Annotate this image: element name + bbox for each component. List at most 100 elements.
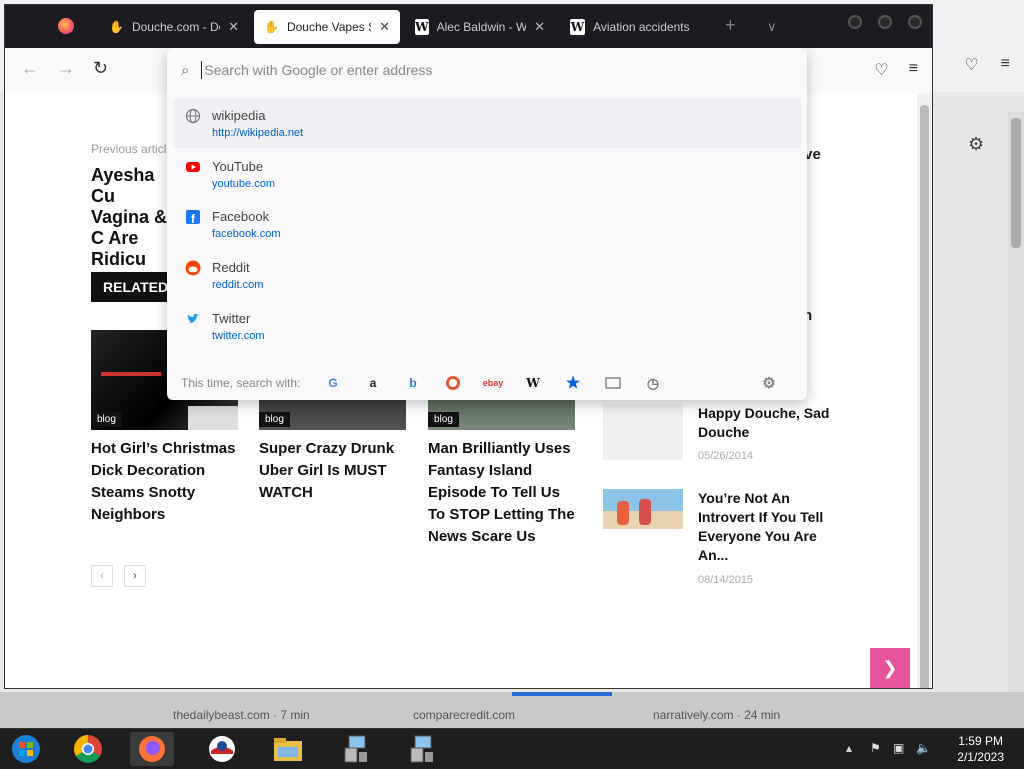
tab-alec-baldwin[interactable]: W Alec Baldwin - Wiki ✕ xyxy=(405,10,555,44)
tab-title: Douche.com - Douche xyxy=(131,20,220,34)
flag-icon[interactable]: ⚑ xyxy=(870,741,881,755)
window-controls xyxy=(848,15,922,29)
pocket-icon[interactable]: ♡ xyxy=(874,60,888,80)
menu-icon[interactable]: ≡ xyxy=(1001,55,1010,75)
page-scroll-thumb[interactable] xyxy=(920,105,929,688)
back-to-top-button[interactable]: ❯ xyxy=(870,648,910,688)
network-app-icon[interactable] xyxy=(334,732,378,766)
duckduckgo-icon[interactable] xyxy=(445,375,461,391)
chrome-taskbar-icon[interactable] xyxy=(66,732,110,766)
side-article[interactable]: You’re Not An Introvert If You Tell Ever… xyxy=(603,489,823,586)
pager-prev-button[interactable]: ‹ xyxy=(91,565,113,587)
google-icon[interactable]: G xyxy=(325,375,341,391)
clock-time: 1:59 PM xyxy=(958,734,1003,748)
tab-aviation-accidents[interactable]: W Aviation accidents xyxy=(560,10,710,44)
history-icon[interactable]: ◷ xyxy=(645,375,661,391)
firefox-taskbar-icon[interactable] xyxy=(130,732,174,766)
search-icon: ⌕ xyxy=(181,61,190,79)
gear-icon[interactable]: ⚙ xyxy=(761,375,777,392)
volume-icon[interactable]: 🔈 xyxy=(916,741,931,755)
related-heading: RELATED xyxy=(91,272,171,302)
wikipedia-icon[interactable]: W xyxy=(525,375,541,391)
file-explorer-icon[interactable] xyxy=(266,732,310,766)
suggestion-item[interactable]: f Facebook facebook.com xyxy=(173,199,801,249)
close-icon[interactable]: ✕ xyxy=(228,19,239,35)
minimize-button[interactable] xyxy=(848,15,862,29)
source-label[interactable]: thedailybeast.com · 7 min xyxy=(173,708,310,722)
twitter-icon xyxy=(185,311,201,327)
tab-title: Alec Baldwin - Wiki xyxy=(436,20,527,34)
side-article-image[interactable] xyxy=(603,404,683,460)
system-clock[interactable]: 1:59 PM 2/1/2023 xyxy=(957,733,1004,765)
network-icon[interactable]: ▣ xyxy=(893,741,904,755)
tabs-icon[interactable] xyxy=(605,375,621,391)
suggestion-item[interactable]: Reddit reddit.com xyxy=(173,250,801,300)
progress-bar xyxy=(512,692,612,696)
amazon-icon[interactable]: a xyxy=(365,375,381,391)
reddit-icon xyxy=(185,260,201,276)
category-badge[interactable]: blog xyxy=(428,412,459,427)
maximize-button[interactable] xyxy=(878,15,892,29)
chevron-down-icon[interactable]: ∨ xyxy=(767,19,777,35)
menu-icon[interactable]: ≡ xyxy=(909,60,918,80)
nav-bar: ← → ↻ ♡ ≡ ⌕ wikipedia http://wikipedia.n… xyxy=(5,48,932,400)
pocket-icon[interactable]: ♡ xyxy=(964,55,978,75)
close-window-button[interactable] xyxy=(908,15,922,29)
suggestion-name: YouTube xyxy=(212,159,264,174)
pager-next-button[interactable]: › xyxy=(124,565,146,587)
card-title[interactable]: Man Brilliantly Uses Fantasy Island Epis… xyxy=(428,438,575,548)
globe-icon xyxy=(185,108,201,124)
tray-chevron-icon[interactable]: ▴ xyxy=(846,741,852,755)
category-badge[interactable]: blog xyxy=(91,412,122,427)
ebay-icon[interactable]: ebay xyxy=(483,375,504,391)
gear-icon[interactable]: ⚙ xyxy=(968,134,984,155)
tab-douche-vapes[interactable]: ✋ Douche Vapes Super ✕ xyxy=(254,10,400,44)
suggestion-url: twitter.com xyxy=(212,330,265,342)
source-label[interactable]: narratively.com · 24 min xyxy=(653,708,780,722)
card-title[interactable]: Super Crazy Drunk Uber Girl Is MUST WATC… xyxy=(259,438,406,504)
suggestion-url: facebook.com xyxy=(212,228,281,240)
suggestion-item[interactable]: YouTube youtube.com xyxy=(173,149,801,199)
toolbar-icons: ♡ ≡ xyxy=(874,60,918,80)
suggestion-item[interactable]: wikipedia http://wikipedia.net xyxy=(173,98,801,148)
source-label[interactable]: comparecredit.com xyxy=(413,708,515,722)
suggestion-name: wikipedia xyxy=(212,108,266,123)
tab-douche-com[interactable]: ✋ Douche.com - Douche ✕ xyxy=(99,10,249,44)
urlbar-dropdown: ⌕ wikipedia http://wikipedia.net YouTube… xyxy=(167,48,807,400)
network-app-icon[interactable] xyxy=(400,732,444,766)
tab-title: Douche Vapes Super xyxy=(286,20,371,34)
taskbar: ▴ ⚑ ▣ 🔈 1:59 PM 2/1/2023 xyxy=(0,728,1024,769)
side-article-title[interactable]: Happy Douche, Sad Douche xyxy=(698,404,833,442)
url-input[interactable] xyxy=(201,61,767,79)
category-badge[interactable]: blog xyxy=(259,412,290,427)
side-article[interactable]: Happy Douche, Sad Douche 05/26/2014 xyxy=(603,404,829,462)
bing-icon[interactable]: b xyxy=(405,375,421,391)
hand-icon: ✋ xyxy=(109,20,124,34)
clock-date: 2/1/2023 xyxy=(957,750,1004,764)
close-icon[interactable]: ✕ xyxy=(534,19,545,35)
suggestion-url: reddit.com xyxy=(212,279,264,291)
page-scrollbar[interactable] xyxy=(917,93,932,688)
close-icon[interactable]: ✕ xyxy=(379,19,390,35)
previous-article-label: Previous article xyxy=(91,142,174,156)
new-tab-icon[interactable]: + xyxy=(725,15,736,36)
one-off-search-bar: This time, search with: G a b ebay W ★ ◷… xyxy=(167,366,807,400)
reload-icon[interactable]: ↻ xyxy=(93,58,108,79)
side-article-date: 08/14/2015 xyxy=(698,574,754,586)
card-title[interactable]: Hot Girl’s Christmas Dick Decoration Ste… xyxy=(91,438,238,526)
app-taskbar-icon[interactable] xyxy=(200,732,244,766)
previous-article-title[interactable]: Ayesha Cu Vagina & C Are Ridicu xyxy=(91,165,171,270)
suggestion-item[interactable]: Twitter twitter.com xyxy=(173,301,801,351)
suggestion-name: Reddit xyxy=(212,260,250,275)
side-article-title[interactable]: You’re Not An Introvert If You Tell Ever… xyxy=(698,489,833,565)
forward-icon[interactable]: → xyxy=(57,58,75,79)
facebook-icon: f xyxy=(185,209,201,226)
urlbar: ⌕ xyxy=(167,48,807,92)
background-scroll-thumb[interactable] xyxy=(1011,118,1021,248)
side-article-image[interactable] xyxy=(603,489,683,529)
wikipedia-icon: W xyxy=(570,19,586,35)
bookmarks-icon[interactable]: ★ xyxy=(565,375,581,392)
start-button[interactable] xyxy=(4,732,48,766)
firefox-icon[interactable] xyxy=(58,18,74,34)
back-icon[interactable]: ← xyxy=(21,58,39,79)
